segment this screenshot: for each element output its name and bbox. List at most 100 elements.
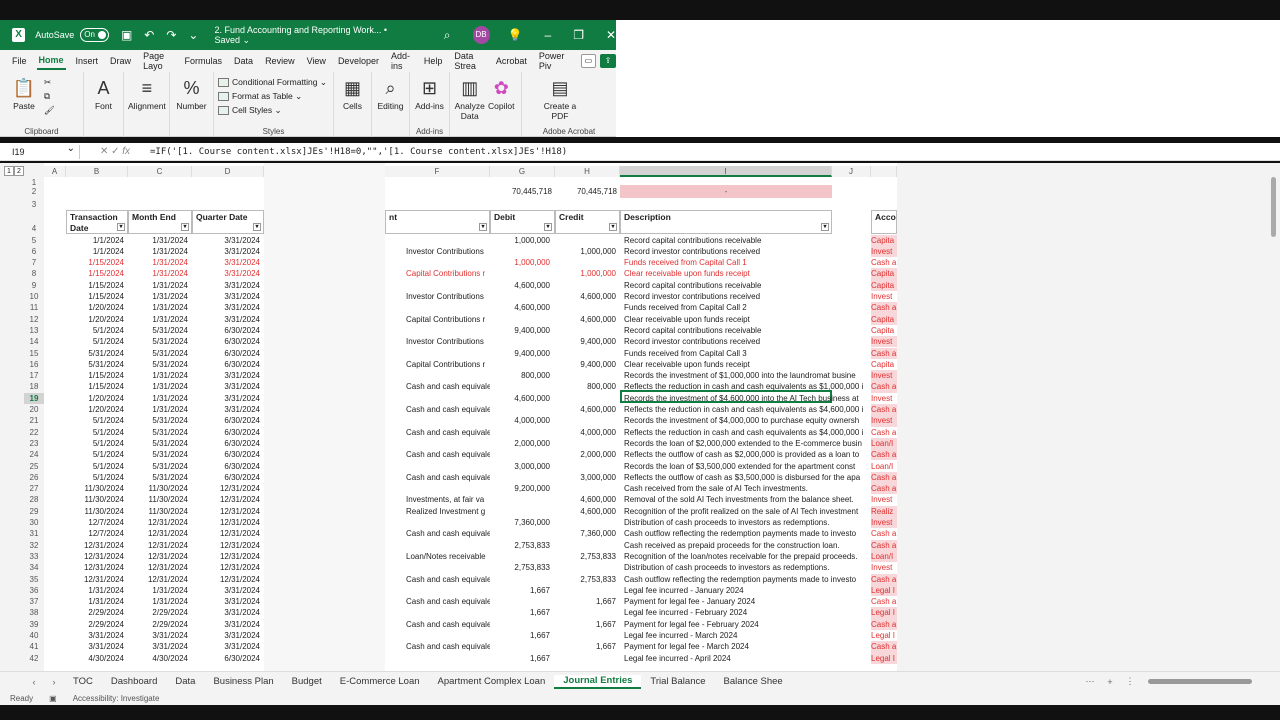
cell-credit[interactable] — [555, 280, 616, 291]
cell-month-end[interactable]: 5/31/2024 — [128, 427, 188, 438]
cell-credit[interactable] — [555, 257, 616, 268]
paste-button[interactable]: 📋 Paste — [4, 75, 44, 111]
cell-account[interactable]: Investor Contributions — [406, 336, 490, 347]
cell-account-code[interactable]: Invest — [871, 291, 897, 302]
cell-transaction-date[interactable]: 5/1/2024 — [66, 415, 124, 426]
cell-account-code[interactable]: Cash a — [871, 539, 897, 551]
cell-month-end[interactable]: 5/31/2024 — [128, 359, 188, 370]
cell-account-code[interactable]: Legal I — [871, 584, 897, 597]
cell-credit[interactable] — [555, 483, 616, 494]
row-header[interactable]: 26 — [24, 472, 44, 483]
cell-credit[interactable]: 2,753,833 — [555, 551, 616, 562]
cell-quarter-date[interactable]: 3/31/2024 — [192, 585, 260, 596]
cell-credit[interactable]: 4,600,000 — [555, 314, 616, 325]
document-title[interactable]: 2. Fund Accounting and Reporting Work...… — [214, 25, 413, 46]
cell-month-end[interactable]: 1/31/2024 — [128, 302, 188, 313]
cell-account[interactable]: Cash and cash equivale — [406, 427, 490, 438]
cell-account[interactable] — [406, 280, 490, 291]
menu-acrobat[interactable]: Acrobat — [494, 53, 529, 69]
cell-description[interactable]: Records the loan of $3,500,000 extended … — [624, 461, 870, 472]
cell-description[interactable]: Cash outflow reflecting the redemption p… — [624, 574, 870, 585]
cell-debit[interactable] — [490, 494, 550, 505]
filter-dropdown-icon[interactable]: ▾ — [544, 223, 552, 231]
cell-account-code[interactable]: Cash a — [871, 302, 897, 314]
cell-month-end[interactable]: 4/30/2024 — [128, 653, 188, 664]
cell-month-end[interactable]: 1/31/2024 — [128, 268, 188, 279]
outline-level-2-button[interactable]: 2 — [14, 166, 24, 176]
header-credit[interactable]: Credit ▾ — [555, 210, 620, 234]
column-header-g[interactable]: G — [490, 166, 555, 177]
cell-month-end[interactable]: 11/30/2024 — [128, 506, 188, 517]
cell-account[interactable] — [406, 393, 490, 404]
cell-description[interactable]: Funds received from Capital Call 2 — [624, 302, 870, 313]
cell-debit[interactable]: 9,400,000 — [490, 325, 550, 336]
filter-dropdown-icon[interactable]: ▾ — [479, 223, 487, 231]
row-header[interactable]: 10 — [24, 291, 44, 302]
cell-description[interactable]: Reflects the reduction in cash and cash … — [624, 381, 870, 392]
cell-quarter-date[interactable]: 3/31/2024 — [192, 280, 260, 291]
cell-month-end[interactable]: 1/31/2024 — [128, 291, 188, 302]
menu-power-pivot[interactable]: Power Piv — [537, 48, 569, 74]
cell-quarter-date[interactable]: 6/30/2024 — [192, 472, 260, 483]
row-header[interactable]: 4 — [24, 223, 44, 234]
cell-account-code[interactable]: Invest — [871, 415, 897, 427]
search-icon[interactable]: ⌕ — [444, 28, 451, 43]
customize-toolbar-icon[interactable]: ⌄ — [188, 28, 198, 42]
row-header[interactable]: 39 — [24, 619, 44, 630]
cell-transaction-date[interactable]: 1/31/2024 — [66, 585, 124, 596]
tab-options-icon[interactable]: ⋮ — [1120, 676, 1140, 687]
cell-credit[interactable]: 7,360,000 — [555, 528, 616, 539]
more-tabs-icon[interactable]: ⋯ — [1080, 676, 1100, 687]
menu-view[interactable]: View — [305, 53, 328, 69]
analyze-data-button[interactable]: ▥ Analyze Data — [454, 75, 486, 121]
cell-debit[interactable] — [490, 528, 550, 539]
row-header[interactable]: 15 — [24, 348, 44, 359]
cell-debit[interactable]: 4,600,000 — [490, 393, 550, 404]
cell-account[interactable] — [406, 438, 490, 449]
cell-month-end[interactable]: 12/31/2024 — [128, 517, 188, 528]
cell-debit[interactable] — [490, 619, 550, 630]
cell-description[interactable]: Recognition of the loan/notes receivable… — [624, 551, 870, 562]
cell-description[interactable]: Record investor contributions received — [624, 246, 870, 257]
cell-credit[interactable] — [555, 540, 616, 551]
cell-debit[interactable] — [490, 551, 550, 562]
cell-description[interactable]: Reflects the reduction in cash and cash … — [624, 404, 870, 415]
cell-month-end[interactable]: 5/31/2024 — [128, 438, 188, 449]
cell-month-end[interactable]: 3/31/2024 — [128, 641, 188, 652]
cell-credit[interactable]: 4,600,000 — [555, 404, 616, 415]
cell-quarter-date[interactable]: 6/30/2024 — [192, 427, 260, 438]
row-header[interactable]: 32 — [24, 540, 44, 551]
cell-account[interactable] — [406, 348, 490, 359]
cell-quarter-date[interactable]: 3/31/2024 — [192, 370, 260, 381]
alignment-group[interactable]: ≡ Alignment — [124, 72, 170, 137]
cell-month-end[interactable]: 5/31/2024 — [128, 449, 188, 460]
cell-quarter-date[interactable]: 12/31/2024 — [192, 528, 260, 539]
row-header[interactable]: 5 — [24, 235, 44, 246]
cell-quarter-date[interactable]: 12/31/2024 — [192, 540, 260, 551]
row-header[interactable]: 3 — [24, 199, 44, 210]
cell-quarter-date[interactable]: 6/30/2024 — [192, 359, 260, 370]
cell-description[interactable]: Funds received from Capital Call 3 — [624, 348, 870, 359]
cell-credit[interactable]: 2,753,833 — [555, 574, 616, 585]
cell-description[interactable]: Funds received from Capital Call 1 — [624, 257, 870, 268]
cell-month-end[interactable]: 5/31/2024 — [128, 461, 188, 472]
save-icon[interactable]: ▣ — [121, 28, 132, 42]
cell-credit[interactable] — [555, 607, 616, 618]
column-header-b[interactable]: B — [66, 166, 128, 177]
cell-quarter-date[interactable]: 3/31/2024 — [192, 268, 260, 279]
cell-account[interactable] — [406, 257, 490, 268]
cell-month-end[interactable]: 1/31/2024 — [128, 235, 188, 246]
menu-insert[interactable]: Insert — [74, 53, 101, 69]
cell-month-end[interactable]: 11/30/2024 — [128, 483, 188, 494]
row-header[interactable]: 36 — [24, 585, 44, 596]
cell-transaction-date[interactable]: 5/1/2024 — [66, 427, 124, 438]
cell-debit[interactable] — [490, 596, 550, 607]
menu-data[interactable]: Data — [232, 53, 255, 69]
cell-account-code[interactable]: Capita — [871, 313, 897, 325]
cell-debit[interactable]: 800,000 — [490, 370, 550, 381]
cell-debit[interactable] — [490, 641, 550, 652]
cell-credit[interactable]: 3,000,000 — [555, 472, 616, 483]
cell-month-end[interactable]: 1/31/2024 — [128, 370, 188, 381]
column-header-i[interactable]: I — [620, 166, 832, 177]
cell-description[interactable]: Distribution of cash proceeds to investo… — [624, 562, 870, 573]
